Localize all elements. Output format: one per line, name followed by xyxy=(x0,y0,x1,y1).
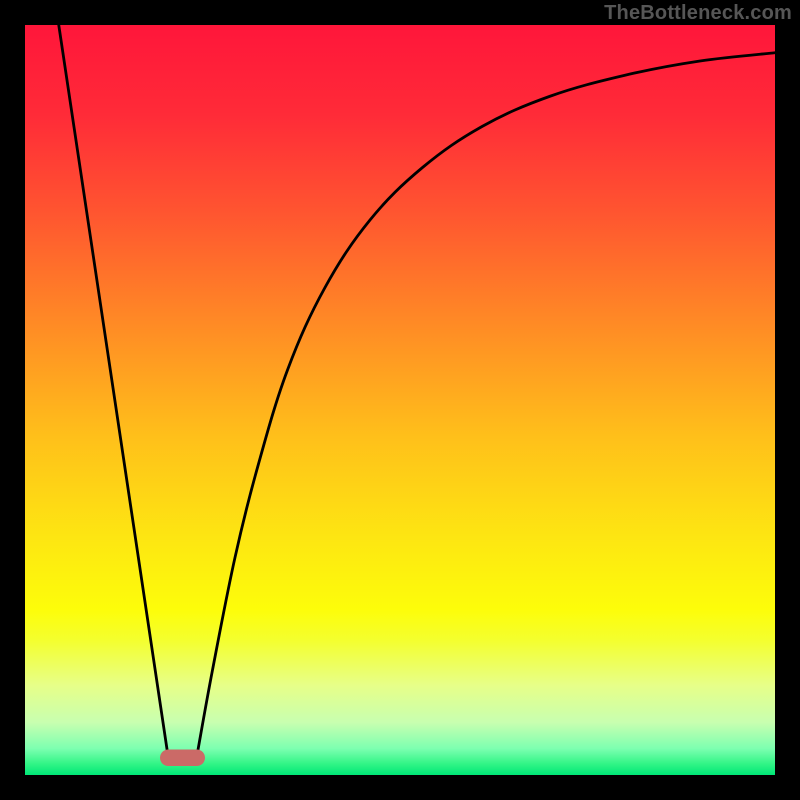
gradient-background xyxy=(25,25,775,775)
watermark-label: TheBottleneck.com xyxy=(604,2,792,25)
plot-area xyxy=(25,25,775,775)
marker-layer xyxy=(160,750,205,767)
optimal-marker xyxy=(160,750,205,767)
chart-svg xyxy=(25,25,775,775)
chart-container: TheBottleneck.com xyxy=(0,0,800,800)
